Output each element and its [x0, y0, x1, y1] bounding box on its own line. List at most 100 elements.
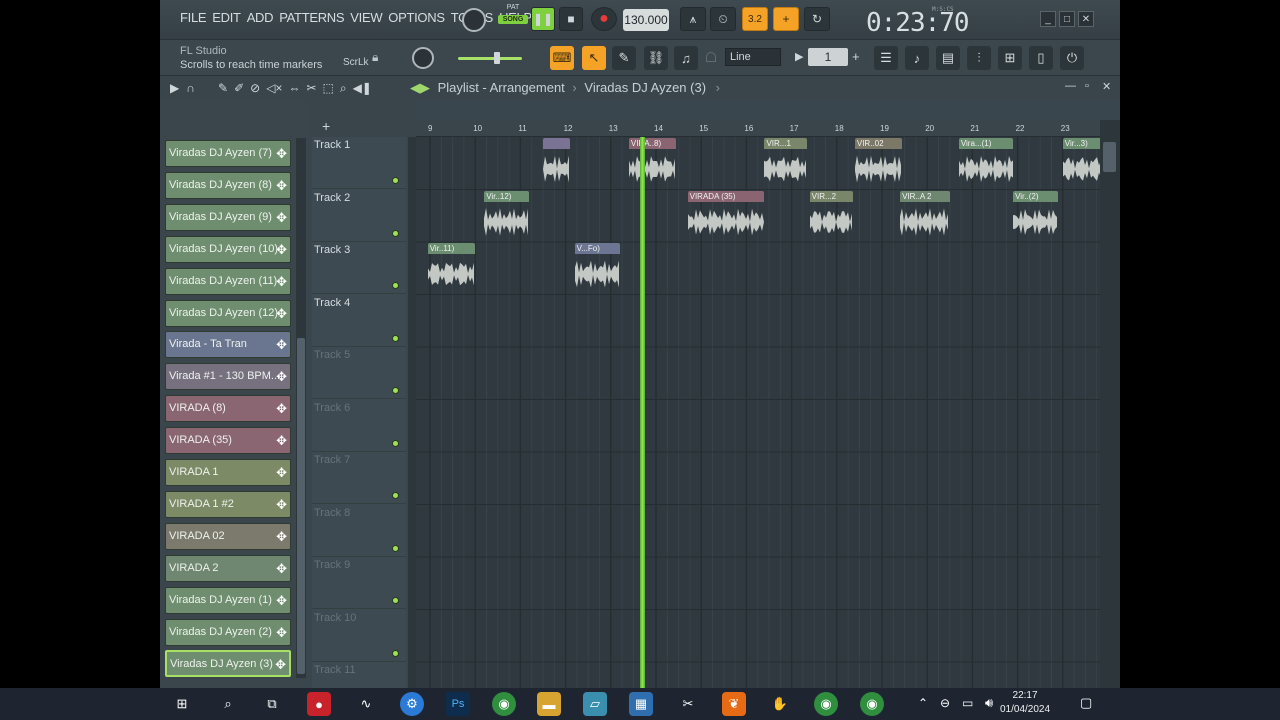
audio-clip[interactable]: VIRA..8): [628, 138, 677, 190]
browser-item[interactable]: Viradas DJ Ayzen (10) ✥: [165, 235, 291, 263]
app-adobe-button[interactable]: ∿: [354, 692, 378, 716]
app-chrome2-button[interactable]: ◉: [814, 692, 838, 716]
master-knob[interactable]: [462, 8, 486, 32]
track-mute-led[interactable]: [392, 544, 399, 552]
piano-roll-button[interactable]: ♪: [905, 46, 929, 70]
pattern-selector[interactable]: 1: [808, 48, 848, 66]
grid-scrollbar[interactable]: [1100, 120, 1120, 688]
audio-clip[interactable]: Vir..(2): [1013, 190, 1059, 243]
browser-item[interactable]: Viradas DJ Ayzen (2) ✥: [165, 618, 291, 646]
audio-clip[interactable]: VIR..02: [854, 138, 903, 190]
minimize-button[interactable]: _: [1040, 11, 1056, 27]
record-button[interactable]: ●: [591, 7, 617, 31]
mixer-button[interactable]: ⫶: [967, 46, 991, 70]
menu-view[interactable]: VIEW: [350, 10, 382, 25]
audio-clip[interactable]: VIR...1: [764, 138, 808, 190]
track-mute-led[interactable]: [392, 177, 399, 184]
tempo-display[interactable]: 130.000: [623, 9, 669, 31]
browser-button[interactable]: ⊞: [998, 46, 1022, 70]
task-view-button[interactable]: ⧉: [260, 692, 284, 716]
app-calculator-button[interactable]: ▦: [629, 692, 653, 716]
snap-mode-select[interactable]: Line: [725, 48, 781, 66]
close-button[interactable]: ✕: [1078, 11, 1094, 27]
menu-add[interactable]: ADD: [247, 10, 274, 25]
browser-item[interactable]: VIRADA 02 ✥: [165, 522, 291, 550]
paint-tool-icon[interactable]: ✐: [234, 81, 244, 96]
pointer-button[interactable]: ↖: [582, 46, 606, 70]
app-notes-button[interactable]: ▱: [583, 692, 607, 716]
mute-tool-icon[interactable]: ◁×: [266, 81, 282, 96]
browser-item[interactable]: Viradas DJ Ayzen (3) ✥: [165, 650, 291, 678]
track-mute-led[interactable]: [392, 439, 399, 447]
playlist-restore-icon[interactable]: ▫: [1085, 80, 1089, 92]
app-flstudio-button[interactable]: ❦: [722, 692, 746, 716]
timeline-ruler[interactable]: 9 10 11 12 13 14 15 16 17 18 19 20 21 22 23: [416, 120, 1100, 137]
track-header[interactable]: Track 6: [312, 400, 406, 452]
prev-arrow-icon[interactable]: ▶: [795, 50, 803, 63]
notification-icon[interactable]: ▢: [1080, 695, 1092, 711]
menu-file[interactable]: FILE: [180, 10, 207, 25]
track-mute-led[interactable]: [392, 597, 399, 604]
app-chrome3-button[interactable]: ◉: [860, 692, 884, 716]
audio-clip[interactable]: [543, 138, 571, 190]
pause-button[interactable]: ❚❚: [531, 7, 555, 31]
tray-meet-icon[interactable]: ⊖: [940, 696, 950, 710]
playlist-minimize-icon[interactable]: —: [1065, 80, 1076, 92]
track-header[interactable]: Track 5: [312, 347, 406, 399]
taskbar-clock[interactable]: 22:17 01/04/2024: [1000, 689, 1050, 717]
browser-item[interactable]: Viradas DJ Ayzen (9) ✥: [165, 203, 291, 231]
main-volume-knob[interactable]: [412, 47, 434, 69]
browser-item[interactable]: Virada - Ta Tran ✥: [165, 331, 291, 359]
track-header[interactable]: Track 9: [312, 557, 406, 609]
browser-item[interactable]: VIRADA (35) ✥: [165, 427, 291, 455]
track-mute-led[interactable]: [392, 334, 399, 342]
tray-volume-icon[interactable]: 🔊︎: [985, 695, 993, 711]
track-mute-led[interactable]: [392, 492, 399, 499]
audio-clip[interactable]: VIRADA (35): [687, 190, 765, 243]
audio-clip[interactable]: VIR..A 2: [900, 190, 950, 243]
playlist-close-icon[interactable]: ✕: [1102, 80, 1111, 93]
app-settings-button[interactable]: ⚙: [400, 692, 424, 716]
browser-item[interactable]: Viradas DJ Ayzen (7) ✥: [165, 140, 291, 167]
pitch-slider[interactable]: [458, 52, 522, 64]
browser-item[interactable]: VIRADA 2 ✥: [165, 554, 291, 582]
audio-clip[interactable]: VIR...2: [809, 190, 853, 243]
browser-item[interactable]: Viradas DJ Ayzen (11) ✥: [165, 267, 291, 295]
plugin-button[interactable]: ⏻: [1060, 46, 1084, 70]
file-button[interactable]: ▯: [1029, 46, 1053, 70]
audio-clip[interactable]: Vir..12): [484, 190, 530, 243]
tray-network-icon[interactable]: ▭: [962, 696, 973, 710]
magnet-icon[interactable]: ∩: [186, 81, 195, 95]
playlist-window-button[interactable]: ☰: [874, 46, 898, 70]
metronome-button[interactable]: ⩚: [680, 7, 706, 31]
audio-clip[interactable]: Vira...(1): [958, 138, 1014, 190]
start-button[interactable]: ⊞: [170, 692, 194, 716]
stop-button[interactable]: ■: [559, 7, 583, 31]
app-tool-button[interactable]: ✂: [676, 692, 700, 716]
track-header[interactable]: Track 3: [312, 242, 406, 294]
slice-tool-icon[interactable]: ✂: [306, 81, 316, 96]
browser-item[interactable]: VIRADA 1 ✥: [165, 459, 291, 486]
app-photoshop-button[interactable]: Ps: [446, 692, 470, 716]
pencil-tool-icon[interactable]: ✎: [218, 81, 228, 96]
app-hand-button[interactable]: ✋: [768, 692, 792, 716]
browser-scrollbar[interactable]: [296, 138, 306, 678]
tray-chevron-icon[interactable]: ⌃: [918, 696, 928, 710]
track-header[interactable]: Track 11: [312, 662, 406, 688]
browser-item[interactable]: VIRADA 1 #2 ✥: [165, 490, 291, 518]
delete-tool-icon[interactable]: ⊘: [250, 81, 260, 96]
zoom-tool-icon[interactable]: ⌕: [340, 81, 347, 96]
channel-rack-button[interactable]: ▤: [936, 46, 960, 70]
pattern-number[interactable]: 3.2: [742, 7, 768, 31]
typing-keyboard-button[interactable]: ♫: [674, 46, 698, 70]
browser-scroll-thumb[interactable]: [297, 338, 305, 674]
playlist-snap-button[interactable]: ⌨︎: [550, 46, 574, 70]
track-divider[interactable]: [408, 137, 416, 688]
pitch-slider-handle[interactable]: [494, 52, 500, 64]
track-mute-led[interactable]: [392, 387, 399, 394]
audio-clip[interactable]: V...Fo): [574, 243, 620, 295]
browser-item[interactable]: VIRADA (8) ✥: [165, 395, 291, 423]
track-header[interactable]: Track 1: [312, 137, 406, 189]
track-header[interactable]: Track 10: [312, 610, 406, 662]
menu-patterns[interactable]: PATTERNS: [279, 10, 344, 25]
